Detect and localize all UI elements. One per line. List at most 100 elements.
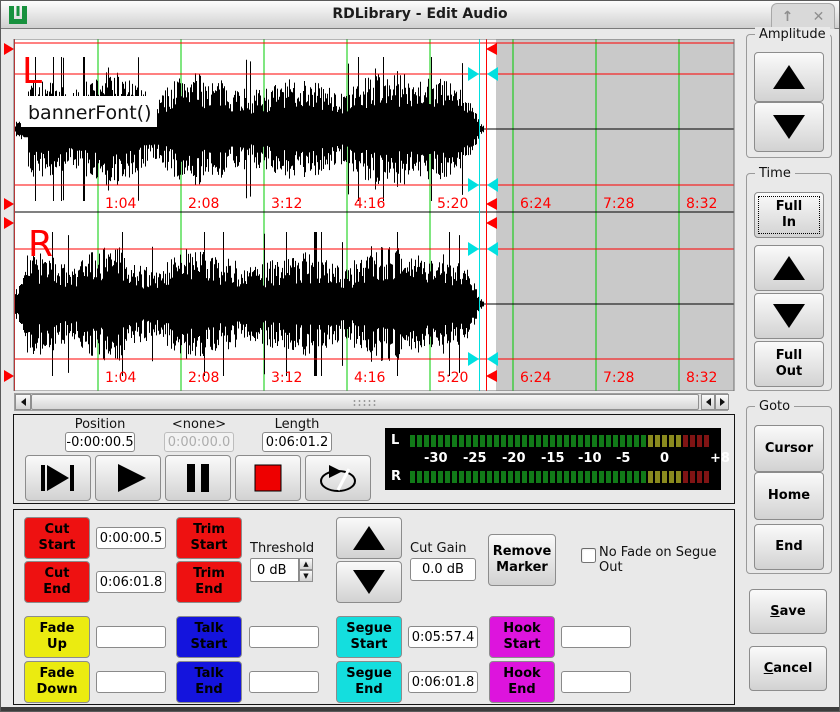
goto-group-label: Goto [755, 399, 794, 414]
threshold-spinbox[interactable]: ▲ ▼ [250, 558, 313, 582]
cut-end-button[interactable]: Cut End [24, 561, 90, 603]
save-button[interactable]: Save [749, 589, 827, 634]
meter-scale-label: -20 [502, 451, 526, 466]
meter-segment [417, 471, 422, 483]
gain-up-button[interactable] [336, 517, 402, 559]
waveform-hscrollbar[interactable] [14, 393, 728, 411]
trim-end-button[interactable]: Trim End [176, 561, 242, 603]
time-full-in-button[interactable]: Full In [754, 192, 824, 238]
segue-end-button[interactable]: Segue End [336, 661, 402, 703]
position-field[interactable] [65, 432, 135, 452]
waveform-svg[interactable]: L R bannerFont() 1:041:042:082:083:123:1… [4, 39, 735, 391]
meter-segment [669, 471, 674, 483]
gain-down-button[interactable] [336, 561, 402, 603]
time-label: 6:24 [520, 196, 552, 212]
meter-segment [550, 471, 555, 483]
talk-start-button[interactable]: Talk Start [176, 616, 242, 658]
stop-icon [245, 457, 291, 499]
scroll-left-button-2[interactable] [701, 394, 715, 410]
meter-segment [704, 435, 709, 447]
cut-start-button[interactable]: Cut Start [24, 517, 90, 559]
titlebar[interactable]: RDLibrary - Edit Audio ↑ ✕ [1, 1, 839, 29]
meter-scale-label: -10 [578, 451, 602, 466]
threshold-up-icon[interactable]: ▲ [299, 558, 313, 570]
threshold-field[interactable] [250, 558, 299, 582]
maximize-icon[interactable]: ↑ [782, 10, 794, 24]
fade-up-button[interactable]: Fade Up [24, 616, 90, 658]
fade-down-field[interactable] [96, 671, 166, 693]
meter-segment [690, 471, 695, 483]
no-fade-checkbox[interactable] [581, 548, 596, 563]
meter-segment [438, 435, 443, 447]
goto-cursor-button[interactable]: Cursor [754, 425, 824, 472]
overlap-label: <none> [164, 417, 234, 432]
meter-scale: -30-25-20-15-10-50+8 [410, 451, 710, 467]
up-arrow-icon [767, 253, 811, 283]
length-field[interactable] [262, 432, 332, 452]
goto-end-button[interactable]: End [754, 524, 824, 570]
meter-segment [585, 471, 590, 483]
meter-segment [438, 471, 443, 483]
talk-start-field[interactable] [249, 626, 319, 648]
threshold-down-icon[interactable]: ▼ [299, 570, 313, 582]
up-arrow-icon [347, 523, 391, 553]
up-arrow-icon [767, 62, 811, 92]
goto-home-button[interactable]: Home [754, 472, 824, 520]
cut-start-field[interactable] [96, 527, 166, 549]
transport-panel: Position <none> Length L [13, 414, 735, 504]
fade-down-button[interactable]: Fade Down [24, 661, 90, 703]
play-button[interactable] [95, 455, 161, 501]
remove-marker-button[interactable]: Remove Marker [488, 534, 556, 586]
meter-segment [466, 435, 471, 447]
hook-start-button[interactable]: Hook Start [489, 616, 555, 658]
cut-start-arrow-icon[interactable] [4, 198, 14, 210]
close-icon[interactable]: ✕ [813, 10, 825, 24]
time-label: 2:08 [188, 370, 219, 386]
scroll-right-button[interactable] [715, 394, 729, 410]
amplitude-down-button[interactable] [754, 102, 824, 152]
cut-start-arrow-icon[interactable] [4, 217, 14, 229]
time-full-out-button[interactable]: Full Out [754, 341, 824, 387]
amplitude-up-button[interactable] [754, 52, 824, 102]
meter-segment [459, 435, 464, 447]
hook-end-field[interactable] [561, 671, 631, 693]
play-from-start-button[interactable] [25, 455, 91, 501]
stop-button[interactable] [235, 455, 301, 501]
loop-button[interactable] [305, 455, 371, 501]
amplitude-group: Amplitude [746, 34, 832, 158]
segue-start-button[interactable]: Segue Start [336, 616, 402, 658]
hook-end-button[interactable]: Hook End [489, 661, 555, 703]
pause-button[interactable] [165, 455, 231, 501]
cut-gain-field[interactable] [410, 558, 476, 581]
cancel-rest: ancel [773, 661, 812, 676]
meter-segment [578, 471, 583, 483]
meter-segment [424, 435, 429, 447]
left-channel-label: L [22, 51, 42, 92]
hook-start-field[interactable] [561, 626, 631, 648]
right-channel-label: R [28, 224, 53, 265]
left-arrow-icon [21, 398, 26, 406]
cancel-button[interactable]: Cancel [749, 646, 827, 691]
meter-segment [417, 435, 422, 447]
segue-start-field[interactable] [408, 626, 478, 648]
position-label: Position [65, 417, 135, 432]
segue-end-field[interactable] [408, 671, 478, 693]
cut-start-arrow-icon[interactable] [4, 370, 14, 382]
meter-segment [634, 471, 639, 483]
cut-start-arrow-icon[interactable] [4, 43, 14, 55]
talk-end-button[interactable]: Talk End [176, 661, 242, 703]
down-arrow-icon [347, 567, 391, 597]
cut-end-field[interactable] [96, 571, 166, 593]
window-title: RDLibrary - Edit Audio [1, 6, 839, 22]
scroll-left-button[interactable] [15, 394, 31, 410]
save-rest: ave [780, 604, 806, 619]
scrollbar-thumb[interactable] [31, 394, 699, 410]
fade-up-field[interactable] [96, 626, 166, 648]
trim-start-button[interactable]: Trim Start [176, 517, 242, 559]
time-zoom-out-button[interactable] [754, 293, 824, 339]
meter-segment [655, 435, 660, 447]
waveform-display[interactable]: L R bannerFont() 1:041:042:082:083:123:1… [4, 39, 735, 391]
meter-segment [515, 471, 520, 483]
time-zoom-in-button[interactable] [754, 245, 824, 291]
talk-end-field[interactable] [249, 671, 319, 693]
